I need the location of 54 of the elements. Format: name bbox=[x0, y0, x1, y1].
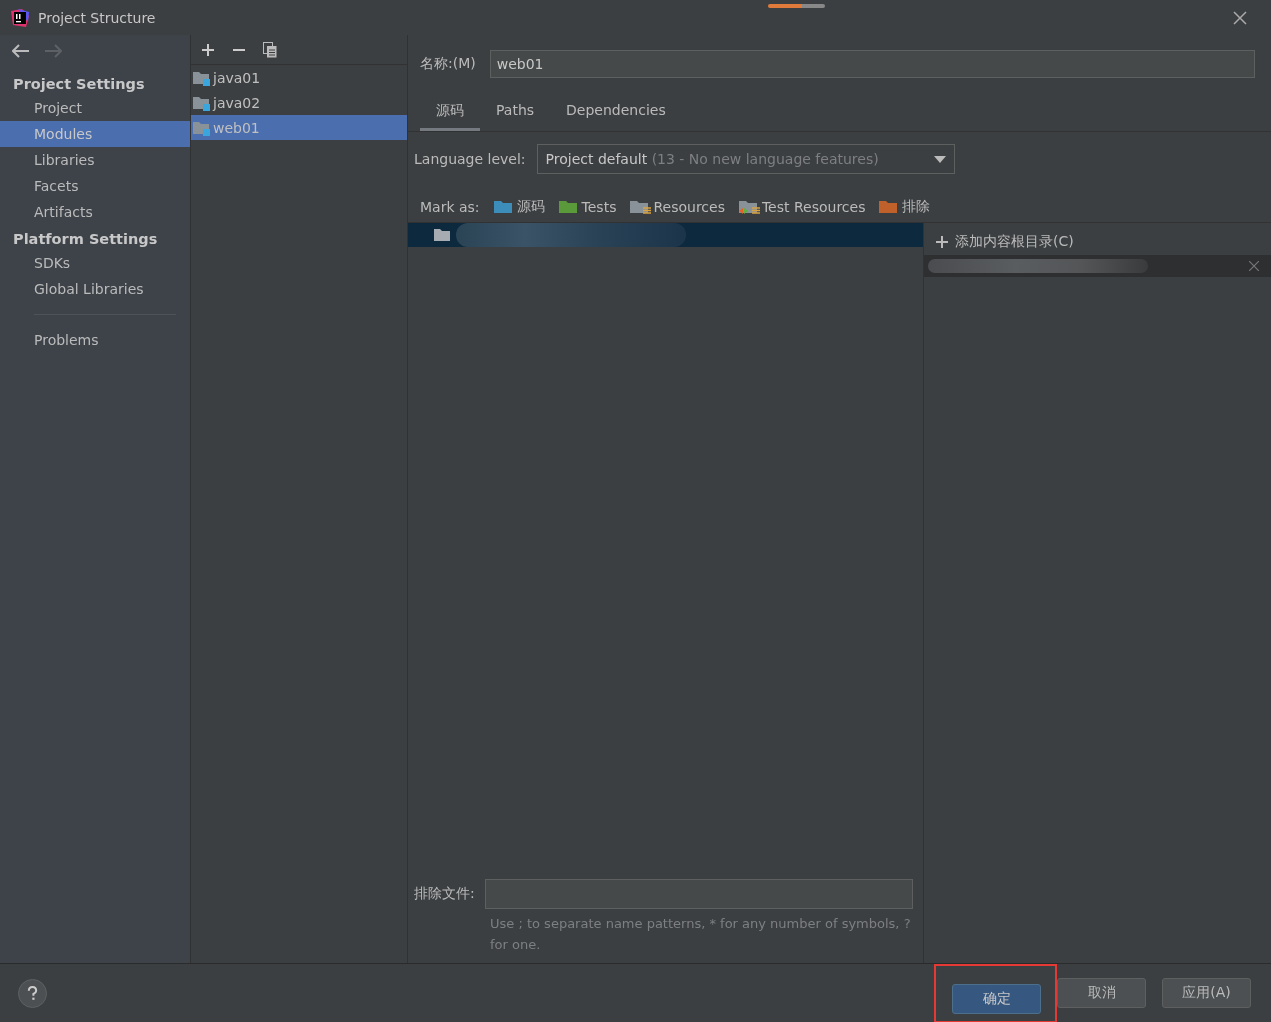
module-folder-icon bbox=[193, 119, 211, 136]
window-title: Project Structure bbox=[38, 9, 156, 26]
sidebar-item[interactable]: Modules bbox=[0, 121, 190, 147]
sidebar-item[interactable]: Artifacts bbox=[0, 199, 190, 225]
module-name: java02 bbox=[213, 94, 261, 111]
dialog-button[interactable]: 应用(A) bbox=[1162, 978, 1251, 1008]
folder-icon bbox=[434, 228, 452, 242]
mark-as-button[interactable]: 排除 bbox=[879, 198, 931, 216]
module-folder-icon bbox=[193, 69, 211, 86]
module-name: java01 bbox=[213, 69, 261, 86]
dropdown-caret-icon bbox=[933, 155, 946, 163]
sidebar-item[interactable]: Project bbox=[0, 95, 190, 121]
exclude-files-field[interactable] bbox=[484, 879, 913, 909]
add-icon bbox=[936, 236, 948, 248]
drag-indicator bbox=[768, 4, 825, 8]
sidebar-item[interactable]: Facets bbox=[0, 173, 190, 199]
tab[interactable]: 源码 bbox=[420, 96, 480, 131]
exclude-files-label: 排除文件: bbox=[414, 885, 475, 903]
sidebar-item[interactable]: Libraries bbox=[0, 147, 190, 173]
exclude-files-hint: Use ; to separate name patterns, * for any number of symbols, ? for one. bbox=[489, 915, 912, 954]
section-heading: Project Settings bbox=[12, 75, 146, 94]
dialog-button[interactable]: 取消 bbox=[1057, 978, 1146, 1008]
mark-as-label: Mark as: bbox=[420, 199, 480, 215]
sidebar-item[interactable]: Global Libraries bbox=[0, 276, 190, 302]
folder-icon bbox=[630, 199, 653, 215]
close-icon[interactable] bbox=[1233, 10, 1247, 25]
mark-as-button[interactable]: Test Resources bbox=[738, 199, 866, 215]
help-button[interactable] bbox=[18, 978, 47, 1008]
name-label: 名称:(M) bbox=[420, 55, 476, 73]
language-level-dropdown[interactable]: Project default (13 - No new language features) bbox=[536, 144, 955, 174]
sidebar-item[interactable]: Problems bbox=[0, 327, 190, 353]
language-level-label: Language level: bbox=[414, 151, 526, 167]
mark-as-button[interactable]: Resources bbox=[630, 199, 725, 215]
section-heading: Platform Settings bbox=[12, 230, 159, 249]
back-arrow-icon[interactable] bbox=[12, 44, 30, 58]
copy-icon[interactable] bbox=[263, 41, 277, 58]
name-field[interactable]: web01 bbox=[489, 50, 1255, 78]
ok-button[interactable]: 确定 bbox=[952, 983, 1041, 1014]
folder-icon bbox=[738, 199, 761, 215]
module-item[interactable]: java02 bbox=[191, 90, 407, 115]
module-folder-icon bbox=[193, 94, 211, 111]
sidebar-item[interactable]: SDKs bbox=[0, 250, 190, 276]
tab[interactable]: Paths bbox=[480, 96, 551, 131]
module-item[interactable]: java01 bbox=[191, 65, 407, 90]
close-icon[interactable] bbox=[1249, 261, 1259, 271]
tab[interactable]: Dependencies bbox=[550, 96, 682, 131]
mark-as-button[interactable]: 源码 bbox=[493, 198, 545, 216]
module-name: web01 bbox=[213, 119, 260, 136]
question-mark-icon bbox=[27, 985, 38, 1001]
module-item[interactable]: web01 bbox=[191, 115, 407, 140]
mark-as-button[interactable]: Tests bbox=[558, 199, 617, 215]
add-content-root-link[interactable]: 添加内容根目录(C) bbox=[924, 223, 1086, 255]
app-logo-icon bbox=[10, 7, 30, 28]
add-icon[interactable] bbox=[201, 42, 215, 57]
